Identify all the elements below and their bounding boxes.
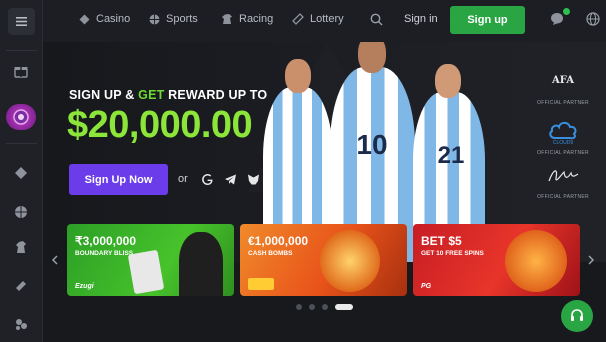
sign-in-link[interactable]: Sign in <box>404 13 438 25</box>
carousel-dot[interactable] <box>322 304 328 310</box>
google-login-button[interactable] <box>200 172 214 186</box>
sidebar-item-gift[interactable] <box>10 60 32 82</box>
search-icon <box>370 13 383 26</box>
genie-graphic <box>320 230 380 292</box>
player-center-number: 10 <box>356 129 388 160</box>
nav-sports-label: Sports <box>166 13 198 25</box>
headline-text-1: SIGN UP & <box>69 88 139 102</box>
casino-chip-icon <box>15 167 27 179</box>
cloud9-wordmark: CLOUD9 <box>552 140 574 146</box>
carousel-next-button[interactable] <box>588 254 595 268</box>
lottery-ticket-icon <box>16 281 26 291</box>
horse-icon <box>16 241 26 253</box>
promo-subtitle: BOUNDARY BLISS <box>75 250 134 257</box>
promo-carousel: ₹3,000,000 BOUNDARY BLISS Ezugi €1,000,0… <box>43 222 606 300</box>
sidebar-item-sports[interactable] <box>10 201 32 223</box>
sidebar-divider <box>6 143 37 144</box>
promo-subtitle: GET 10 FREE SPINS <box>421 250 484 257</box>
nav-racing[interactable]: Racing <box>221 13 273 25</box>
sidebar <box>0 0 43 342</box>
telegram-icon <box>224 174 236 184</box>
google-icon <box>201 173 213 185</box>
nav-casino-label: Casino <box>96 13 131 25</box>
partner-caption: OFFICIAL PARTNER <box>537 100 589 106</box>
globe-icon <box>586 12 600 26</box>
cloud-icon <box>549 121 577 140</box>
sign-up-button[interactable]: Sign up <box>450 6 525 34</box>
sidebar-item-casino[interactable] <box>10 162 32 184</box>
sidebar-item-promo-wheel[interactable] <box>6 104 36 130</box>
promo-card-free-spins[interactable]: BET $5 GET 10 FREE SPINS PG <box>413 224 580 296</box>
provider-badge <box>248 278 274 290</box>
promo-card-boundary-bliss[interactable]: ₹3,000,000 BOUNDARY BLISS Ezugi <box>67 224 234 296</box>
reward-amount: $20,000.00 <box>67 104 253 146</box>
nav-sports[interactable]: Sports <box>149 13 198 25</box>
nav-lottery-label: Lottery <box>310 13 344 25</box>
dealer-graphic <box>179 232 223 296</box>
hamburger-icon <box>16 17 27 26</box>
nav-racing-label: Racing <box>239 13 274 25</box>
promo-subtitle: CASH BOMBS <box>248 250 293 257</box>
carousel-dot[interactable] <box>309 304 315 310</box>
signature-mark <box>548 170 579 182</box>
puzzle-icon <box>16 319 27 330</box>
headline-get: GET <box>138 88 165 102</box>
support-button[interactable] <box>561 300 593 332</box>
language-button[interactable] <box>586 12 600 31</box>
player-right-head <box>435 64 461 98</box>
headline-text-2: REWARD UP TO <box>164 88 268 102</box>
sidebar-item-more[interactable] <box>10 313 32 335</box>
carousel-prev-button[interactable] <box>51 254 58 268</box>
provider-logo: PG <box>421 283 432 290</box>
wheel-icon <box>13 109 29 125</box>
signature-logo <box>546 166 580 188</box>
promo-title: ₹3,000,000 <box>75 234 137 248</box>
sign-up-now-button[interactable]: Sign Up Now <box>69 164 168 195</box>
hero-headline: SIGN UP & GET REWARD UP TO <box>69 88 267 102</box>
chevron-right-icon <box>588 255 595 265</box>
or-label: or <box>178 173 188 185</box>
fortune-tiger-graphic <box>505 230 567 292</box>
carousel-dot[interactable] <box>296 304 302 310</box>
afa-logo: AFA <box>551 75 575 86</box>
sports-ball-icon <box>149 14 160 24</box>
search-button[interactable] <box>370 13 383 31</box>
chat-bubble-icon <box>551 13 563 25</box>
chat-button[interactable] <box>550 12 564 31</box>
metamask-login-button[interactable] <box>246 172 260 186</box>
casino-chip-icon <box>79 14 90 24</box>
player-right-number: 21 <box>437 142 465 169</box>
sidebar-divider <box>6 50 37 51</box>
sports-ball-icon <box>15 206 27 218</box>
playing-card-graphic <box>127 249 165 295</box>
headset-icon <box>571 309 583 321</box>
partner-caption: OFFICIAL PARTNER <box>537 194 589 200</box>
player-left-head <box>285 59 311 93</box>
telegram-login-button[interactable] <box>223 172 237 186</box>
partner-caption: OFFICIAL PARTNER <box>537 150 589 156</box>
sidebar-item-lottery[interactable] <box>10 275 32 297</box>
carousel-pagination <box>296 304 353 310</box>
player-center-head <box>358 42 386 73</box>
horse-icon <box>222 14 232 24</box>
menu-toggle-button[interactable] <box>8 8 35 35</box>
lottery-ticket-icon <box>292 13 304 25</box>
chevron-left-icon <box>51 255 58 265</box>
nav-lottery[interactable]: Lottery <box>292 13 344 25</box>
promo-title: BET $5 <box>421 234 462 248</box>
notification-dot <box>563 8 570 15</box>
provider-logo: Ezugi <box>75 283 94 290</box>
top-header: Casino Sports Racing Lottery Sign in Sig… <box>43 0 606 42</box>
sidebar-item-racing[interactable] <box>10 236 32 258</box>
carousel-dot-active[interactable] <box>335 304 353 310</box>
metamask-fox-icon <box>247 174 259 184</box>
nav-casino[interactable]: Casino <box>79 13 130 25</box>
promo-card-cash-bombs[interactable]: €1,000,000 CASH BOMBS <box>240 224 407 296</box>
promo-title: €1,000,000 <box>248 234 309 248</box>
gift-icon <box>14 67 28 78</box>
